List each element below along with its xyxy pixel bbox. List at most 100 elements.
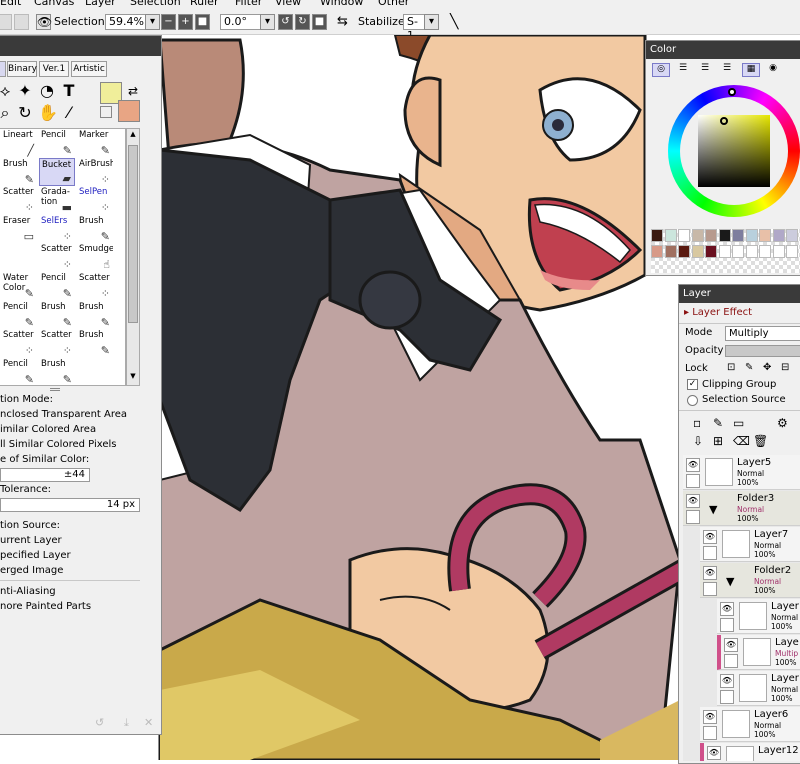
color-swatch[interactable]	[786, 229, 798, 242]
tool-slot[interactable]: Scatter ⁘	[39, 329, 75, 357]
layer-select-checkbox[interactable]	[686, 510, 700, 524]
tool-slot[interactable]: Lineart ╱	[1, 129, 37, 157]
scroll-down-icon[interactable]: ▼	[128, 372, 138, 384]
tab-partial[interactable]	[0, 61, 6, 77]
layer-select-checkbox[interactable]	[703, 546, 717, 560]
visibility-eye-icon[interactable]: 👁	[703, 530, 717, 544]
layer-row[interactable]: 👁 Layer6 Normal 100%	[700, 707, 800, 742]
hue-handle[interactable]	[728, 88, 736, 96]
save-preset-icon[interactable]: ⤓	[124, 716, 129, 730]
rotation-field[interactable]: 0.0°	[220, 14, 262, 30]
menu-item-layer[interactable]: Layer	[85, 0, 116, 8]
zoom-dropdown-icon[interactable]: ▾	[145, 14, 160, 30]
rotate-reset-button[interactable]: ■	[312, 14, 327, 30]
folder-expand-icon[interactable]: ▼	[709, 503, 717, 516]
color-swatch[interactable]	[678, 245, 690, 258]
layer-row[interactable]: 👁 Layer1Normal100%	[717, 671, 800, 706]
color-swatch[interactable]	[759, 229, 771, 242]
color-swatch[interactable]	[705, 245, 717, 258]
tool-slot[interactable]	[77, 358, 113, 386]
color-swatch[interactable]	[651, 229, 663, 242]
menu-item-filter[interactable]: Filter	[235, 0, 262, 8]
color-swatch[interactable]	[732, 245, 744, 258]
tool-slot[interactable]: Brush ✎	[39, 301, 75, 329]
hsv-slider-icon[interactable]: ☰	[696, 63, 714, 77]
tool-slot[interactable]: Water Color ✎	[1, 272, 37, 300]
tool-slot[interactable]	[1, 243, 37, 271]
rotation-dropdown-icon[interactable]: ▾	[260, 14, 275, 30]
color-swatch[interactable]	[664, 245, 677, 258]
tool-slot[interactable]: Pencil ✎	[1, 358, 37, 386]
lasso-icon[interactable]: ⟡	[0, 82, 14, 100]
text-icon[interactable]: T	[60, 82, 78, 100]
color-swatch[interactable]	[718, 229, 731, 242]
stabilizer-dropdown-icon[interactable]: ▾	[424, 14, 439, 30]
zoom-field[interactable]: 59.4%	[105, 14, 147, 30]
toolbar-button-2[interactable]	[14, 14, 29, 30]
sv-handle[interactable]	[720, 117, 728, 125]
layer-row[interactable]: 👁 Layer1Normal100%	[717, 599, 800, 634]
shape-icon[interactable]: ◔	[38, 82, 56, 100]
menu-item-canvas[interactable]: Canvas	[34, 0, 74, 8]
flip-icon[interactable]: ⇆	[337, 14, 348, 30]
zoom-icon[interactable]: ⌕	[0, 104, 14, 122]
tool-panel-titlebar[interactable]	[0, 36, 161, 56]
lock-paint-icon[interactable]: ✎	[745, 362, 753, 373]
folder-expand-icon[interactable]: ▼	[726, 575, 734, 588]
color-swatch[interactable]	[745, 245, 758, 258]
rotate-right-button[interactable]: ↻	[295, 14, 310, 30]
layer-select-checkbox[interactable]	[703, 726, 717, 740]
lock-transparency-icon[interactable]: ⊡	[727, 362, 735, 373]
rotate-icon[interactable]: ↻	[16, 104, 34, 122]
tool-slot[interactable]: Eraser ▭	[1, 215, 37, 243]
merge-down-icon[interactable]: ⊞	[713, 434, 723, 448]
stabilizer-field[interactable]: S-1	[403, 14, 425, 42]
color-swatch[interactable]	[772, 245, 785, 258]
delete-preset-icon[interactable]: ✕	[144, 716, 153, 729]
menu-item-view[interactable]: View	[275, 0, 301, 8]
swap-colors-icon[interactable]: ⇄	[124, 82, 142, 100]
mode-enclosed-transparent[interactable]: nclosed Transparent Area	[0, 409, 127, 420]
hue-ring[interactable]	[668, 85, 800, 217]
color-wheel-icon[interactable]: ◎	[652, 63, 670, 77]
clear-layer-icon[interactable]: ⌫	[733, 434, 750, 448]
mode-similar-colored[interactable]: imilar Colored Area	[0, 424, 96, 435]
eyedropper-icon[interactable]: ⁄	[60, 104, 78, 122]
color-swatch[interactable]	[664, 229, 677, 242]
new-vector-layer-icon[interactable]: ✎	[713, 416, 723, 430]
selection-source-radio[interactable]	[687, 395, 698, 406]
magic-wand-icon[interactable]: ✦	[16, 82, 34, 100]
tool-slot[interactable]: Pencil ✎	[1, 301, 37, 329]
rgb-slider-icon[interactable]: ☰	[674, 63, 692, 77]
color-swatch[interactable]	[772, 229, 785, 242]
saturation-value-square[interactable]	[698, 115, 770, 187]
color-swatch[interactable]	[705, 229, 717, 242]
folder-row[interactable]: 👁 ▼ Folder3 Normal 100%	[683, 491, 800, 526]
tool-slot[interactable]: Scatter ⁘	[1, 186, 37, 214]
color-swatch[interactable]	[691, 229, 704, 242]
tab-binary[interactable]: Binary	[7, 61, 37, 77]
tool-slot[interactable]: Smudge ☝	[77, 243, 113, 271]
delete-layer-icon[interactable]: 🗑	[753, 434, 768, 448]
source-specified-layer[interactable]: pecified Layer	[0, 550, 71, 561]
zoom-in-button[interactable]: +	[178, 14, 193, 30]
layer-select-checkbox[interactable]	[686, 474, 700, 488]
transfer-down-icon[interactable]: ⇩	[693, 434, 703, 448]
tool-slot[interactable]: Scatter ⁘	[1, 329, 37, 357]
tool-slot[interactable]: Brush ✎	[77, 215, 113, 243]
color-swatch[interactable]	[691, 245, 704, 258]
opacity-slider[interactable]	[725, 345, 800, 357]
clipping-group-checkbox[interactable]: ✓	[687, 379, 698, 390]
lock-all-icon[interactable]: ⊟	[781, 362, 789, 373]
tool-slot[interactable]: Scatter ⁘	[77, 272, 113, 300]
lock-move-icon[interactable]: ✥	[763, 362, 771, 373]
color-swatch[interactable]	[786, 245, 798, 258]
color-swatch[interactable]	[732, 229, 744, 242]
ignore-painted-parts-option[interactable]: nore Painted Parts	[0, 601, 91, 612]
menu-item-edit[interactable]: Edit	[0, 0, 21, 8]
source-current-layer[interactable]: urrent Layer	[0, 535, 62, 546]
menu-item-window[interactable]: Window	[320, 0, 363, 8]
source-merged-image[interactable]: erged Image	[0, 565, 63, 576]
color-swatch[interactable]	[718, 245, 731, 258]
layer-row[interactable]: 👁 Layer5 Normal 100%	[683, 455, 800, 490]
